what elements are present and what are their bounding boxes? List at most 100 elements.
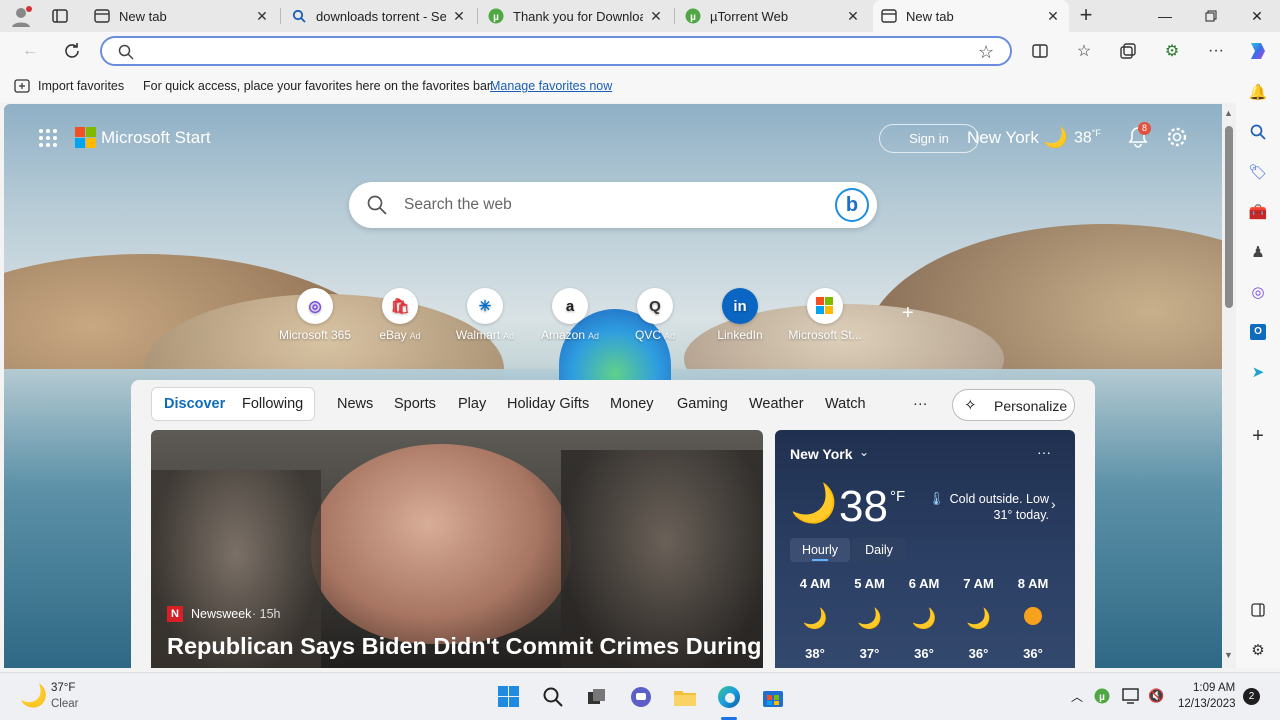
- more-tabs-button[interactable]: ···: [913, 396, 928, 412]
- microsoft365-icon[interactable]: ◎: [1246, 280, 1270, 304]
- header-location[interactable]: New York: [967, 128, 1039, 148]
- tab-sports[interactable]: Sports: [394, 396, 436, 412]
- personalize-button[interactable]: ✧ Personalize: [952, 389, 1075, 421]
- microsoft365-icon: ◎: [297, 288, 333, 324]
- utorrent-tray-icon[interactable]: µ: [1094, 688, 1110, 709]
- extensions-icon[interactable]: ⚙: [1158, 37, 1186, 65]
- hide-sidebar-icon[interactable]: [1246, 598, 1270, 622]
- tab-utorrent-web[interactable]: µ µTorrent Web ✕: [677, 0, 869, 32]
- article-headline[interactable]: Republican Says Biden Didn't Commit Crim…: [167, 633, 761, 660]
- maximize-button[interactable]: [1188, 0, 1234, 32]
- weather-more-button[interactable]: ···: [1037, 444, 1051, 460]
- teams-chat-icon[interactable]: [627, 683, 655, 711]
- tab-thank-you[interactable]: µ Thank you for Download ✕: [480, 0, 672, 32]
- speaker-muted-icon[interactable]: 🔇: [1148, 688, 1164, 704]
- weather-city[interactable]: New York: [790, 446, 853, 462]
- tab-weather[interactable]: Weather: [749, 396, 804, 412]
- close-icon[interactable]: ✕: [845, 8, 861, 24]
- tab-actions-icon[interactable]: [52, 8, 68, 24]
- tab-watch[interactable]: Watch: [825, 396, 866, 412]
- tab-following[interactable]: Following: [242, 396, 303, 412]
- sidebar-settings-icon[interactable]: ⚙: [1246, 638, 1270, 662]
- tab-news[interactable]: News: [337, 396, 373, 412]
- scroll-up-arrow[interactable]: ▲: [1224, 108, 1233, 118]
- copilot-icon[interactable]: [1244, 37, 1272, 65]
- header-temp[interactable]: 38°F: [1074, 128, 1101, 147]
- scroll-thumb[interactable]: [1225, 126, 1233, 308]
- taskbar-weather-desc[interactable]: Clear: [51, 698, 78, 710]
- search-icon[interactable]: [539, 683, 567, 711]
- tab-play[interactable]: Play: [458, 396, 486, 412]
- back-button[interactable]: ←: [16, 37, 44, 65]
- sign-in-button[interactable]: Sign in: [879, 124, 979, 153]
- page-scrollbar[interactable]: ▲ ▼: [1222, 104, 1236, 668]
- close-icon[interactable]: ✕: [648, 8, 664, 24]
- quick-link-linkedin[interactable]: in LinkedIn: [700, 288, 780, 342]
- favorite-star-icon[interactable]: ☆: [978, 42, 994, 63]
- chevron-down-icon[interactable]: ⌄: [859, 445, 869, 459]
- tab-new-tab-active[interactable]: New tab ✕: [873, 0, 1069, 32]
- add-sidebar-app-icon[interactable]: +: [1246, 424, 1270, 448]
- settings-gear-icon[interactable]: [1166, 126, 1188, 153]
- tab-new-tab-1[interactable]: New tab ✕: [86, 0, 278, 32]
- notification-count-badge[interactable]: 2: [1243, 688, 1260, 705]
- bing-icon[interactable]: b: [835, 188, 869, 222]
- manage-favorites-link[interactable]: Manage favorites now: [490, 79, 612, 93]
- brand-title[interactable]: Microsoft Start: [101, 128, 211, 148]
- clock-time[interactable]: 1:09 AM: [1193, 682, 1235, 694]
- close-window-button[interactable]: ✕: [1234, 0, 1280, 32]
- split-screen-icon[interactable]: [1026, 37, 1054, 65]
- scroll-down-arrow[interactable]: ▼: [1224, 650, 1233, 660]
- display-icon[interactable]: [1122, 688, 1140, 709]
- tab-title: downloads torrent - Sear: [316, 8, 446, 24]
- address-input[interactable]: [148, 42, 968, 62]
- tab-discover[interactable]: Discover: [164, 396, 225, 412]
- add-quick-link-button[interactable]: +: [902, 302, 914, 325]
- tab-daily[interactable]: Daily: [852, 538, 906, 562]
- favorites-icon[interactable]: ☆: [1070, 37, 1098, 65]
- address-bar[interactable]: ☆: [100, 36, 1012, 66]
- microsoft-store-icon[interactable]: [759, 683, 787, 711]
- quick-link-amazon[interactable]: a Amazon Ad: [530, 288, 610, 342]
- quick-link-ebay[interactable]: 🛍 eBay Ad: [360, 288, 440, 342]
- quick-link-walmart[interactable]: ✳ Walmart Ad: [445, 288, 525, 342]
- task-view-icon[interactable]: [583, 683, 611, 711]
- drop-icon[interactable]: ➤: [1246, 360, 1270, 384]
- web-search-box[interactable]: Search the web b: [349, 182, 877, 228]
- tab-holiday-gifts[interactable]: Holiday Gifts: [507, 396, 589, 412]
- tools-icon[interactable]: 🧰: [1246, 200, 1270, 224]
- import-favorites-button[interactable]: Import favorites: [38, 79, 124, 93]
- file-explorer-icon[interactable]: [671, 683, 699, 711]
- minimize-button[interactable]: —: [1142, 0, 1188, 32]
- shopping-tag-icon[interactable]: 🏷: [1246, 160, 1270, 184]
- close-icon[interactable]: ✕: [451, 8, 467, 24]
- notification-bell-icon[interactable]: 🔔: [1246, 80, 1270, 104]
- chevron-right-icon[interactable]: ›: [1051, 496, 1056, 512]
- quick-link-microsoft-store[interactable]: Microsoft St...: [785, 288, 865, 342]
- more-options-icon[interactable]: ···: [1202, 37, 1230, 65]
- windows-start-icon[interactable]: [495, 683, 523, 711]
- apps-launcher-icon[interactable]: [38, 128, 58, 153]
- collections-icon[interactable]: [1114, 37, 1142, 65]
- chevron-up-icon[interactable]: ︿: [1071, 688, 1083, 705]
- new-tab-button[interactable]: +: [1074, 4, 1098, 28]
- edge-icon[interactable]: [715, 683, 743, 711]
- clock-date[interactable]: 12/13/2023: [1178, 698, 1236, 710]
- weather-card[interactable]: New York ⌄ ··· 🌙 38 °F 🌡 Cold outside. L…: [775, 430, 1075, 668]
- profile-icon[interactable]: [10, 6, 32, 28]
- close-icon[interactable]: ✕: [254, 8, 270, 24]
- close-icon[interactable]: ✕: [1045, 8, 1061, 24]
- top-story-card[interactable]: N Newsweek · 15h Republican Says Biden D…: [151, 430, 763, 668]
- new-tab-icon: [881, 8, 897, 24]
- quick-link-microsoft365[interactable]: ◎ Microsoft 365: [275, 288, 355, 342]
- taskbar-weather-temp[interactable]: 37°F: [51, 682, 75, 694]
- sun-icon: [1006, 606, 1060, 632]
- tab-downloads-search[interactable]: downloads torrent - Sear ✕: [283, 0, 475, 32]
- refresh-button[interactable]: [58, 37, 86, 65]
- games-icon[interactable]: ♟: [1246, 240, 1270, 264]
- quick-link-qvc[interactable]: Q QVC Ad: [615, 288, 695, 342]
- tab-gaming[interactable]: Gaming: [677, 396, 728, 412]
- outlook-icon[interactable]: O: [1246, 320, 1270, 344]
- search-icon[interactable]: [1246, 120, 1270, 144]
- tab-money[interactable]: Money: [610, 396, 654, 412]
